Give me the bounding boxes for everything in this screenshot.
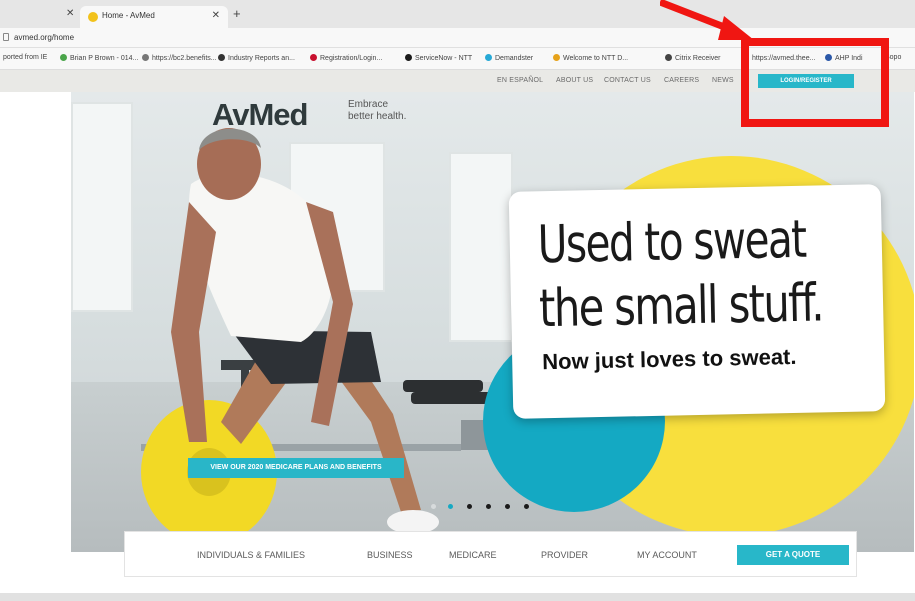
nav-about-us-link[interactable]: ABOUT US	[556, 77, 593, 84]
close-icon[interactable]: ✕	[66, 8, 74, 19]
nav-my-account[interactable]: MY ACCOUNT	[637, 550, 697, 560]
medicare-plans-button[interactable]: VIEW OUR 2020 MEDICARE PLANS AND BENEFIT…	[188, 458, 404, 478]
bookmark-item[interactable]: Industry Reports an...	[218, 54, 295, 62]
browser-tab[interactable]: Home - AvMed ✕	[80, 6, 228, 28]
web-page: EN ESPAÑOL ABOUT US CONTACT US CAREERS N…	[0, 70, 915, 601]
avmed-favicon-icon	[88, 12, 98, 22]
close-icon[interactable]: ✕	[212, 10, 220, 21]
bookmark-item[interactable]: ServiceNow - NTT	[405, 54, 472, 62]
nav-medicare[interactable]: MEDICARE	[449, 550, 497, 560]
footer-strip	[0, 593, 915, 601]
nav-espanol-link[interactable]: EN ESPAÑOL	[497, 77, 543, 84]
get-a-quote-button[interactable]: GET A QUOTE	[737, 545, 849, 565]
hero-banner: Used to sweat the small stuff. Now just …	[71, 92, 914, 552]
bookmark-icon	[485, 54, 492, 61]
headline-line-1: Used to sweat	[537, 209, 807, 276]
headline-subline: Now just loves to sweat.	[541, 343, 797, 375]
browser-tab-bar: ✕ Home - AvMed ✕ +	[0, 0, 915, 28]
citrix-icon	[665, 54, 672, 61]
carousel-dot[interactable]	[505, 504, 510, 509]
bookmark-item[interactable]: Citrix Receiver	[665, 54, 721, 62]
main-nav-bar: INDIVIDUALS & FAMILIES BUSINESS MEDICARE…	[124, 531, 857, 577]
bookmark-item[interactable]: Welcome to NTT D...	[553, 54, 628, 62]
bookmark-icon	[60, 54, 67, 61]
bookmark-icon	[310, 54, 317, 61]
carousel-dot[interactable]	[486, 504, 491, 509]
nav-provider[interactable]: PROVIDER	[541, 550, 588, 560]
bookmark-item[interactable]: Registration/Login...	[310, 54, 382, 62]
avmed-logo[interactable]: AvMed Embrace better health.	[212, 93, 432, 143]
new-tab-icon[interactable]: +	[233, 6, 241, 21]
carousel-dot[interactable]	[524, 504, 529, 509]
logo-tagline: better health.	[348, 111, 407, 122]
nav-business[interactable]: BUSINESS	[367, 550, 413, 560]
bookmark-item[interactable]: ported from IE	[3, 54, 47, 61]
nav-careers-link[interactable]: CAREERS	[664, 77, 699, 84]
lock-icon	[3, 33, 9, 41]
globe-icon	[218, 54, 225, 61]
highlight-box-annotation	[741, 38, 889, 127]
bookmark-item[interactable]: Demandster	[485, 54, 533, 62]
nav-news-link[interactable]: NEWS	[712, 77, 734, 84]
headline-card: Used to sweat the small stuff. Now just …	[508, 184, 886, 419]
tab-title: Home - AvMed	[102, 11, 155, 20]
bookmark-icon	[553, 54, 560, 61]
servicenow-icon	[405, 54, 412, 61]
nav-contact-us-link[interactable]: CONTACT US	[604, 77, 651, 84]
carousel-dot-active[interactable]	[448, 504, 453, 509]
bookmark-item[interactable]: https://bc2.benefits...	[142, 54, 217, 62]
carousel-dot[interactable]	[467, 504, 472, 509]
bookmark-item[interactable]: Brian P Brown - 014...	[60, 54, 138, 62]
red-arrow-annotation	[660, 0, 754, 40]
carousel-dot[interactable]	[431, 504, 436, 509]
nav-individuals-families[interactable]: INDIVIDUALS & FAMILIES	[197, 550, 305, 560]
logo-tagline: Embrace	[348, 99, 389, 110]
url-text[interactable]: avmed.org/home	[14, 33, 74, 42]
globe-icon	[142, 54, 149, 61]
headline-line-2: the small stuff.	[538, 273, 824, 340]
logo-brand: AvMed	[212, 97, 308, 132]
